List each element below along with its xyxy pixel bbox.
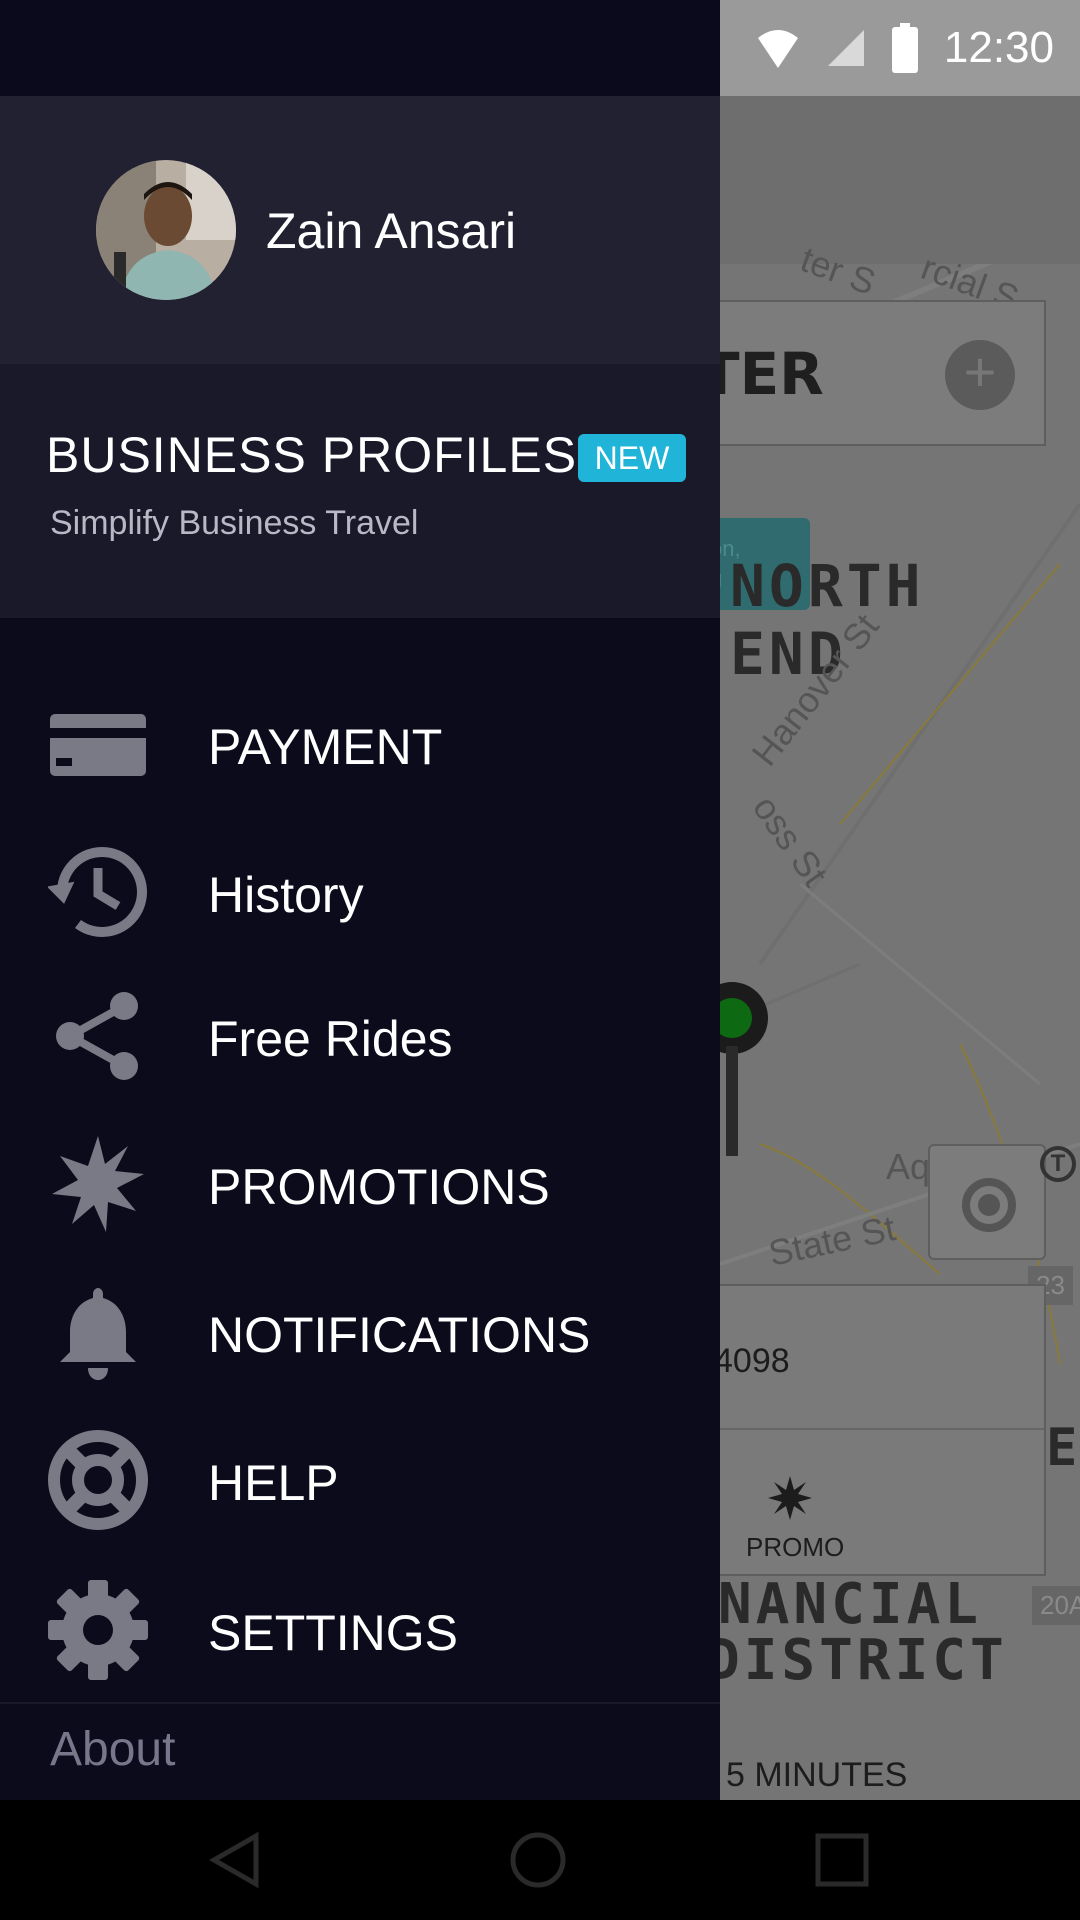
- history-icon: [48, 847, 147, 937]
- menu-item-promotions[interactable]: PROMOTIONS: [0, 1110, 720, 1258]
- status-bar: 12:30: [0, 0, 1080, 96]
- new-badge: NEW: [578, 434, 686, 482]
- menu-item-label: NOTIFICATIONS: [208, 1307, 591, 1363]
- status-time: 12:30: [943, 23, 1054, 72]
- back-icon[interactable]: [206, 1830, 266, 1890]
- credit-card-icon: [50, 714, 146, 776]
- eta-label: 5 MINUTES: [726, 1756, 908, 1794]
- menu-item-label: History: [208, 867, 364, 923]
- menu-item-label: PAYMENT: [208, 719, 443, 775]
- street-label: Aq: [886, 1146, 931, 1187]
- menu-item-notifications[interactable]: NOTIFICATIONS: [0, 1258, 720, 1406]
- home-icon[interactable]: [508, 1830, 568, 1890]
- my-location-button[interactable]: [928, 1144, 1046, 1260]
- promo-button[interactable]: PROMO: [746, 1532, 844, 1563]
- menu-item-settings[interactable]: SETTINGS: [0, 1556, 720, 1704]
- profile-header[interactable]: Zain Ansari: [0, 96, 720, 364]
- menu-item-label: Free Rides: [208, 1011, 453, 1067]
- business-profiles-subtitle: Simplify Business Travel: [50, 504, 419, 542]
- add-stop-button[interactable]: +: [945, 340, 1015, 410]
- menu-item-payment[interactable]: PAYMENT: [0, 670, 720, 818]
- battery-icon: [891, 23, 918, 73]
- lifebuoy-icon: [48, 1430, 148, 1530]
- menu-item-help[interactable]: HELP: [0, 1406, 720, 1554]
- promotion-star-icon: [52, 1136, 144, 1232]
- status-bar-left: [0, 0, 720, 96]
- gear-icon: [48, 1580, 148, 1680]
- locate-dot: [978, 1194, 1000, 1216]
- ride-options-card[interactable]: 4098 PROMO: [700, 1284, 1046, 1576]
- card-divider: [702, 1428, 1044, 1430]
- bell-icon: [60, 1288, 136, 1380]
- system-navigation-bar: [0, 1800, 1080, 1920]
- menu-item-label: SETTINGS: [208, 1605, 459, 1661]
- menu-item-free-rides[interactable]: Free Rides: [0, 962, 720, 1110]
- transit-sign-icon: T: [1040, 1146, 1076, 1182]
- district-label: NORTH END: [730, 552, 925, 688]
- card-number: 4098: [714, 1342, 790, 1380]
- wifi-icon: [757, 30, 798, 68]
- promo-star-icon: [768, 1476, 812, 1520]
- about-link[interactable]: About: [50, 1722, 175, 1777]
- menu-item-label: HELP: [208, 1455, 339, 1511]
- district-label: DISTRICT: [706, 1628, 1008, 1693]
- business-profiles-title: BUSINESS PROFILES: [46, 427, 578, 483]
- recents-icon[interactable]: [812, 1830, 872, 1890]
- user-name: Zain Ansari: [266, 203, 517, 259]
- road-badge: 20A: [1032, 1586, 1080, 1625]
- business-profiles-banner[interactable]: BUSINESS PROFILES NEW Simplify Business …: [0, 364, 720, 620]
- about-divider: [0, 1702, 720, 1704]
- avatar[interactable]: [96, 160, 236, 300]
- cell-signal-icon: [827, 30, 864, 66]
- status-icons: 12:30: [756, 22, 1054, 74]
- share-icon: [56, 992, 138, 1080]
- navigation-drawer: Zain Ansari BUSINESS PROFILES NEW Simpli…: [0, 96, 720, 1800]
- menu-item-history[interactable]: History: [0, 818, 720, 966]
- menu-item-label: PROMOTIONS: [208, 1159, 550, 1215]
- map-cut-label: E: [1046, 1418, 1080, 1478]
